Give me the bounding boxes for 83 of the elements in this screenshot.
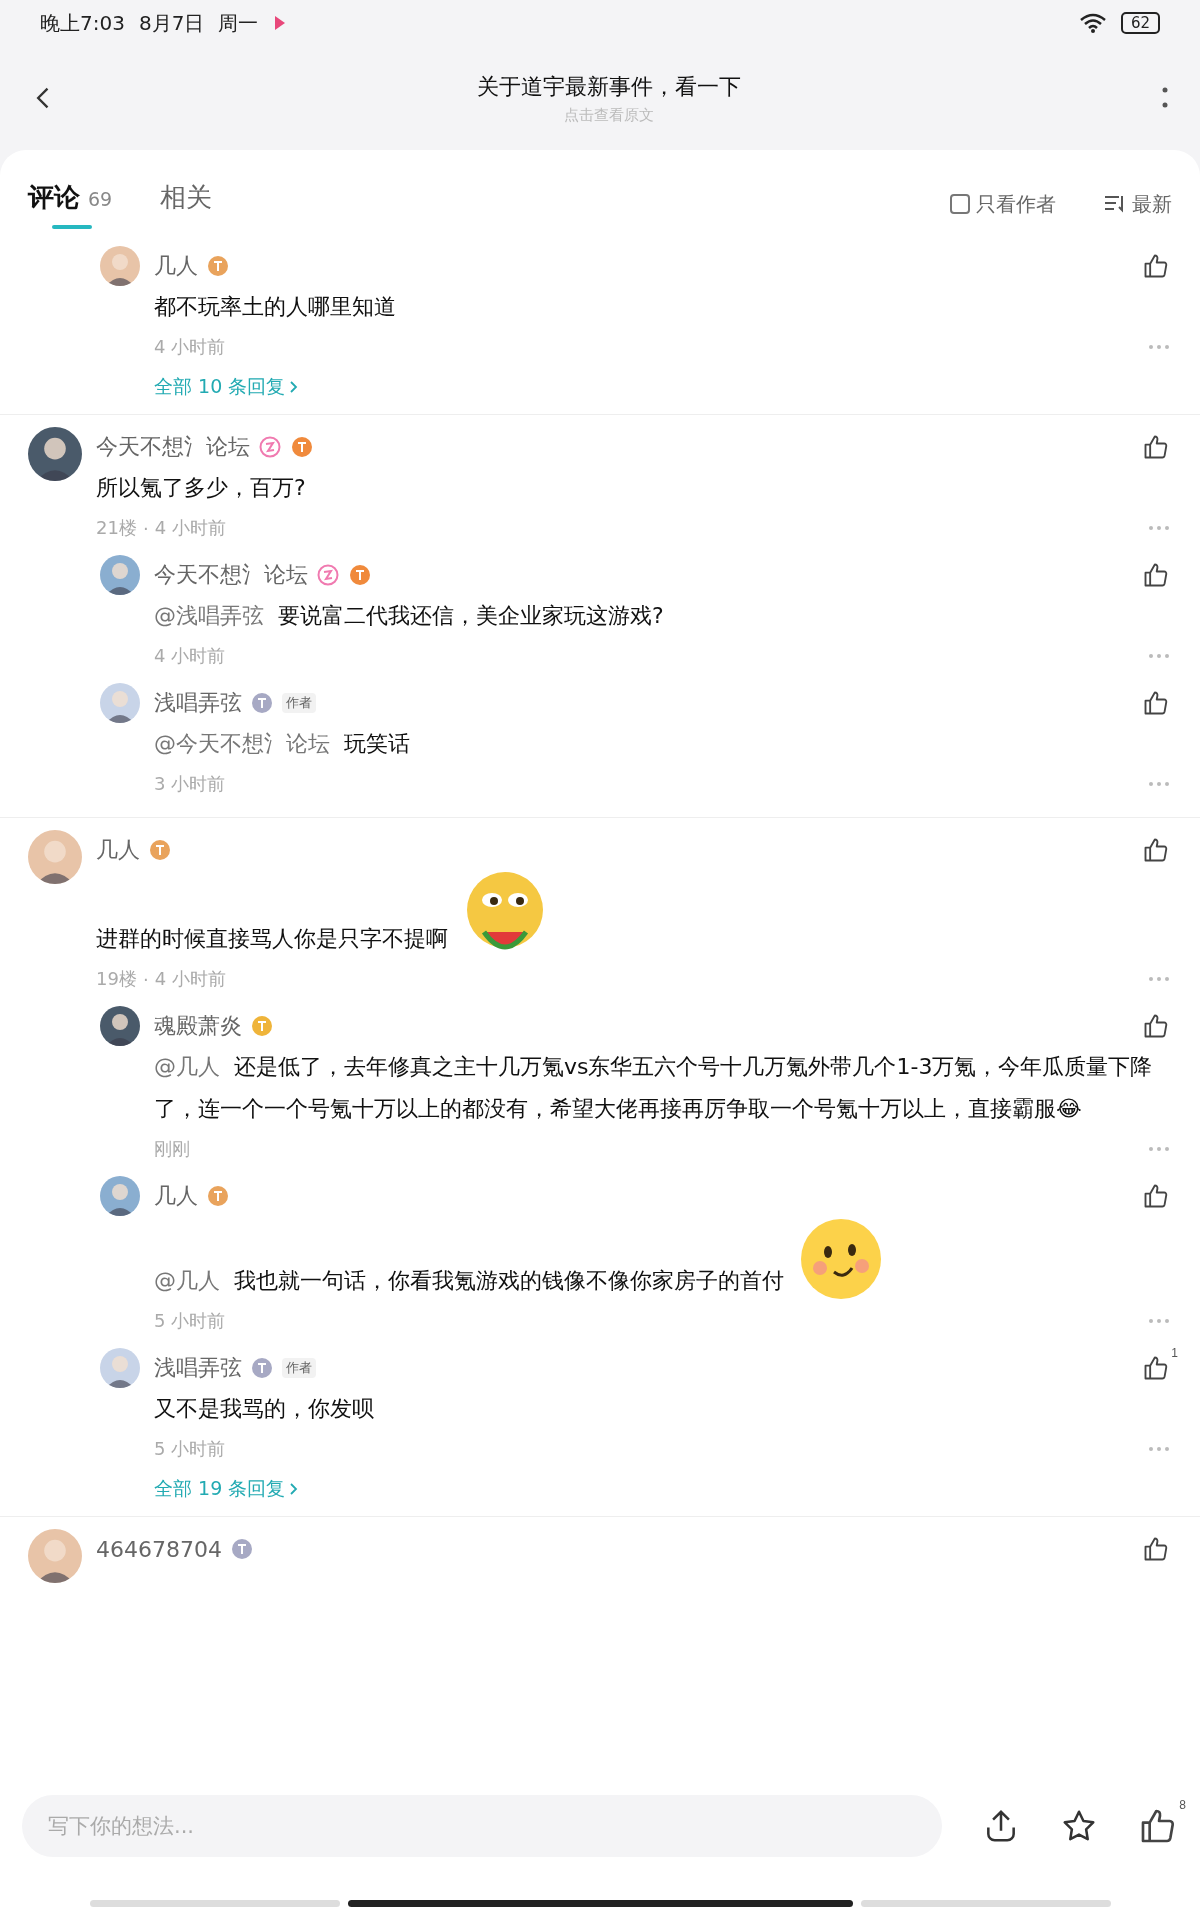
like-button[interactable] [1142,1535,1170,1563]
more-icon [1148,1146,1170,1152]
battery-level: 62 [1120,12,1160,34]
thumbs-up-icon [1142,689,1170,717]
more-icon [1148,653,1170,659]
like-button[interactable] [1142,252,1170,280]
avatar[interactable] [100,683,140,723]
comment-text: @今天不想氵论坛 玩笑话 [154,730,410,758]
like-button[interactable] [1142,1012,1170,1040]
user-name[interactable]: 浅唱弄弦 [154,688,242,718]
checkbox[interactable] [950,194,970,214]
avatar[interactable] [100,1348,140,1388]
avatar[interactable] [100,246,140,286]
comment-text: 都不玩率土的人哪里知道 [154,293,396,321]
avatar[interactable] [100,555,140,595]
avatar[interactable] [100,1176,140,1216]
avatar[interactable] [28,427,82,481]
avatar[interactable] [28,1529,82,1583]
thumbs-up-icon [1142,836,1170,864]
sticker-icon [798,1216,884,1302]
more-icon [1148,976,1170,982]
like-count: 8 [1179,1798,1186,1812]
more-icon [1148,781,1170,787]
status-time: 晚上7:03 [40,9,125,37]
thumbs-up-icon [1142,1535,1170,1563]
more-icon [1148,525,1170,531]
chevron-right-icon [289,1482,300,1496]
chevron-right-icon [289,380,300,394]
author-only-filter[interactable]: 只看作者 [950,190,1056,218]
comment-text: 又不是我骂的，你发呗 [154,1395,374,1423]
like-button[interactable] [1142,689,1170,717]
thumbs-up-icon [1142,1354,1170,1382]
comment-time: 4 小时前 [154,644,226,668]
floor-number: 21楼 [96,516,137,540]
author-tag: 作者 [282,1358,316,1378]
comment-text: @几人 我也就一句话，你看我氪游戏的钱像不像你家房子的首付 [154,1267,784,1295]
thumbs-up-icon [1142,252,1170,280]
more-icon [1148,344,1170,350]
separator-dot: · [142,517,149,539]
page-title: 关于道宇最新事件，看一下 [477,72,741,101]
author-tag: 作者 [282,693,316,713]
user-name[interactable]: 几人 [154,251,198,281]
home-indicator-bar[interactable] [347,1899,853,1907]
comment-text: @浅唱弄弦 要说富二代我还信，美企业家玩这游戏? [154,602,664,630]
comment-time: 刚刚 [154,1137,190,1161]
user-name[interactable]: 今天不想氵论坛 [154,560,308,590]
like-button[interactable] [1142,433,1170,461]
thumbs-up-icon [1142,1012,1170,1040]
more-icon [1148,1446,1170,1452]
comment-input[interactable]: 写下你的想法... [22,1795,942,1857]
floor-number: 19楼 [96,967,137,991]
status-date: 8月7日 [138,9,205,37]
comment-text: @几人 还是低了，去年修真之主十几万氪vs东华五六个号十几万氪外带几个1-3万氪，今年瓜质量下降了，连一个一个号氪十万以上的都没有，希望大佬再接再厉争取一个号氪十万以上，直接霸服😂 [154,1053,1154,1123]
user-name[interactable]: 今天不想氵论坛 [96,432,250,462]
like-button[interactable] [1142,836,1170,864]
sort-button[interactable]: 最新 [1104,190,1172,218]
thumbs-up-icon [1142,433,1170,461]
sort-icon [1104,194,1126,214]
avatar[interactable] [28,830,82,884]
status-weekday: 周一 [218,9,259,37]
user-name[interactable]: 浅唱弄弦 [154,1353,242,1383]
like-button[interactable] [1142,561,1170,589]
like-count: 1 [1171,1346,1178,1360]
user-name[interactable]: 魂殿萧炎 [154,1011,242,1041]
comment-time: 5 小时前 [154,1437,226,1461]
user-name[interactable]: 464678704 [96,1536,222,1562]
tab[interactable]: 评论 69 [28,179,113,229]
comment-time: 4 小时前 [154,335,226,359]
comment-text: 所以氪了多少，百万? [96,474,306,502]
wifi-icon [1078,12,1107,34]
more-icon [1148,1318,1170,1324]
comment-time: 4 小时前 [154,516,226,540]
thumbs-up-icon [1142,1182,1170,1210]
comment-text: 进群的时候直接骂人你是只字不提啊 [96,925,448,953]
thumbs-up-icon [1142,561,1170,589]
like-button[interactable] [1142,1182,1170,1210]
comment-time: 4 小时前 [154,967,226,991]
separator-dot: · [142,968,149,990]
user-name[interactable]: 几人 [96,835,140,865]
user-name[interactable]: 几人 [154,1181,198,1211]
comment-time: 3 小时前 [154,772,226,796]
avatar[interactable] [100,1006,140,1046]
comment-time: 5 小时前 [154,1309,226,1333]
